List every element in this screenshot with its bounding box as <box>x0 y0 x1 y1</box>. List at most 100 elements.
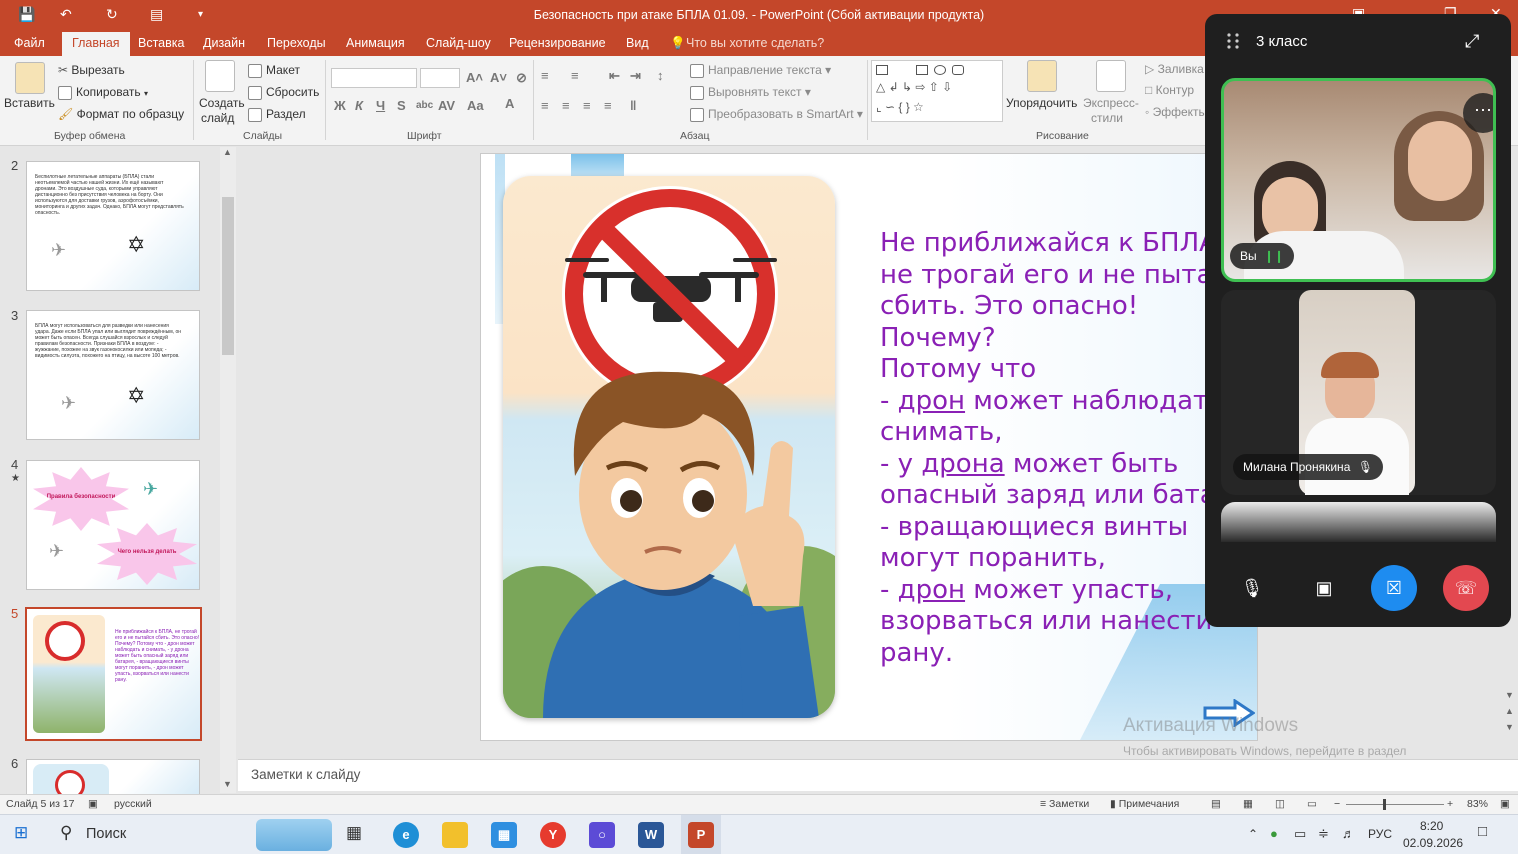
tab-slideshow[interactable]: Слайд-шоу <box>426 36 491 50</box>
paste-button[interactable]: Вставить <box>4 96 55 110</box>
grow-font-icon[interactable]: A˄ <box>466 70 483 85</box>
bold-button[interactable]: Ж <box>334 98 346 113</box>
section-button[interactable]: Раздел <box>248 107 306 122</box>
shape-outline-button[interactable]: □ Контур <box>1145 83 1194 97</box>
expand-icon[interactable]: ⤢ <box>1465 31 1479 52</box>
quick-styles-label-1[interactable]: Экспресс- <box>1083 96 1139 110</box>
smartart-button[interactable]: Преобразовать в SmartArt ▾ <box>690 107 863 122</box>
slide-thumbnail-4[interactable]: Правила безопасности Чего нельзя делать … <box>26 460 200 590</box>
zoom-slider[interactable] <box>1346 804 1444 805</box>
tab-design[interactable]: Дизайн <box>203 36 245 50</box>
arrange-icon[interactable] <box>1027 60 1057 92</box>
weather-widget-icon[interactable] <box>256 819 332 851</box>
current-slide[interactable]: Не приближайся к БПЛА, не трогай его и н… <box>480 153 1258 741</box>
arrange-button[interactable]: Упорядочить <box>1006 96 1077 110</box>
shape-textbox[interactable] <box>876 65 888 75</box>
new-slide-label-2[interactable]: слайд <box>201 111 234 125</box>
reset-button[interactable]: Сбросить <box>248 85 319 100</box>
tell-me-icon[interactable]: 💡 <box>670 36 686 51</box>
battery-icon[interactable]: ▭ <box>1294 826 1306 842</box>
align-left-icon[interactable]: ≡ <box>541 98 549 113</box>
video-call-window[interactable]: 3 класс ⤢ ⋯ Вы ❙❙ Милана Пронякина 🎙 🎙 ▣… <box>1205 14 1511 627</box>
messenger-app-icon[interactable]: ○ <box>589 822 615 848</box>
shape-triangle-icon[interactable]: △ ↲ ↳ ⇨ ⇧ ⇩ <box>876 80 952 94</box>
wifi-icon[interactable]: ≑ <box>1318 826 1329 842</box>
scrollbar-thumb[interactable] <box>222 197 234 355</box>
slide-thumbnail-2[interactable]: Беспилотные летательные аппараты (БПЛА) … <box>26 161 200 291</box>
slide-sorter-icon[interactable]: ▦ <box>1243 798 1253 810</box>
tell-me-input[interactable]: Что вы хотите сделать? <box>686 36 824 50</box>
cut-button[interactable]: ✂ Вырезать <box>58 63 125 77</box>
slide-thumbnail-5[interactable]: Не приближайся к БПЛА, не трогай его и н… <box>25 607 202 741</box>
italic-button[interactable]: К <box>355 98 363 113</box>
thumbnail-scrollbar[interactable]: ▲ ▼ <box>220 147 236 793</box>
notes-pane[interactable]: Заметки к слайду <box>238 759 1518 791</box>
zoom-out-icon[interactable]: − <box>1334 798 1340 810</box>
notifications-icon[interactable]: □ <box>1478 823 1487 840</box>
search-icon[interactable]: ⚲ <box>60 823 72 843</box>
decrease-indent-icon[interactable]: ⇤ <box>609 68 620 84</box>
spellcheck-icon[interactable]: ▣ <box>88 798 98 810</box>
reading-view-icon[interactable]: ◫ <box>1275 798 1285 810</box>
slideshow-view-icon[interactable]: ▭ <box>1307 798 1317 810</box>
align-text-button[interactable]: Выровнять текст ▾ <box>690 85 811 100</box>
shape-oval[interactable] <box>934 65 946 75</box>
text-direction-button[interactable]: Направление текста ▾ <box>690 63 831 78</box>
new-slide-icon[interactable] <box>205 60 235 92</box>
word-icon[interactable]: W <box>638 822 664 848</box>
justify-icon[interactable]: ≡ <box>604 98 612 113</box>
self-video-tile[interactable]: ⋯ Вы ❙❙ <box>1221 78 1496 282</box>
shape-curves-icon[interactable]: ⌞ ∽ { } ☆ <box>876 100 924 114</box>
align-center-icon[interactable]: ≡ <box>562 98 570 113</box>
underline-button[interactable]: Ч <box>376 98 385 113</box>
layout-button[interactable]: Макет <box>248 63 300 78</box>
paste-icon[interactable] <box>15 62 45 94</box>
microphone-button[interactable]: 🎙 <box>1229 565 1275 611</box>
new-slide-label-1[interactable]: Создать <box>199 96 245 110</box>
line-spacing-icon[interactable]: ↕ <box>657 68 664 83</box>
font-name-field[interactable] <box>331 68 417 88</box>
shadow-button[interactable]: S <box>397 98 406 113</box>
quick-styles-icon[interactable] <box>1096 60 1126 92</box>
comments-button[interactable]: ▮ Примечания <box>1110 798 1179 810</box>
slide-thumbnail-3[interactable]: БПЛА могут использоваться для разведки и… <box>26 310 200 440</box>
copy-button[interactable]: Копировать ▾ <box>58 85 148 100</box>
end-call-button[interactable]: ☏ <box>1443 565 1489 611</box>
slide-thumbnail-6[interactable] <box>26 759 200 795</box>
clock-date[interactable]: 02.09.2026 <box>1403 836 1463 850</box>
format-painter-button[interactable]: 🖌 Формат по образцу <box>58 107 184 121</box>
screen-share-button[interactable]: ☒ <box>1371 565 1417 611</box>
quick-styles-label-2[interactable]: стили <box>1091 111 1123 125</box>
taskbar-search[interactable]: Поиск <box>86 826 126 842</box>
input-language[interactable]: РУС <box>1368 827 1392 841</box>
next-slide-icon[interactable]: ▼ <box>1505 722 1514 732</box>
clock-time[interactable]: 8:20 <box>1420 819 1443 833</box>
store-icon[interactable]: ▦ <box>491 822 517 848</box>
tab-transitions[interactable]: Переходы <box>267 36 326 50</box>
tab-review[interactable]: Рецензирование <box>509 36 606 50</box>
columns-icon[interactable]: ‖ <box>630 98 636 113</box>
normal-view-icon[interactable]: ▤ <box>1211 798 1221 810</box>
shrink-font-icon[interactable]: A˅ <box>490 70 507 85</box>
tab-home[interactable]: Главная <box>62 32 130 56</box>
scroll-up-icon[interactable]: ▲ <box>223 147 232 157</box>
volume-icon[interactable]: ♬ <box>1342 826 1355 841</box>
task-view-icon[interactable]: ▦ <box>346 823 362 843</box>
align-right-icon[interactable]: ≡ <box>583 98 591 113</box>
tray-app-icon[interactable]: ● <box>1270 826 1278 841</box>
camera-button[interactable]: ▣ <box>1301 565 1347 611</box>
drag-handle-icon[interactable] <box>1225 32 1241 50</box>
tab-animations[interactable]: Анимация <box>346 36 405 50</box>
edge-icon[interactable]: e <box>393 822 419 848</box>
shape-fill-button[interactable]: ▷ Заливка <box>1145 62 1204 76</box>
scroll-down-icon[interactable]: ▼ <box>223 779 232 789</box>
windows-start-icon[interactable]: ⊞ <box>14 823 28 843</box>
tray-expand-icon[interactable]: ⌃ <box>1248 827 1258 841</box>
third-video-tile[interactable] <box>1221 502 1496 542</box>
zoom-level[interactable]: 83% <box>1467 798 1488 810</box>
powerpoint-icon[interactable]: P <box>688 822 714 848</box>
clear-format-icon[interactable]: ⊘ <box>516 70 527 86</box>
numbering-icon[interactable]: ≡ <box>571 68 579 83</box>
shape-rectangle[interactable] <box>916 65 928 75</box>
increase-indent-icon[interactable]: ⇥ <box>630 68 641 84</box>
